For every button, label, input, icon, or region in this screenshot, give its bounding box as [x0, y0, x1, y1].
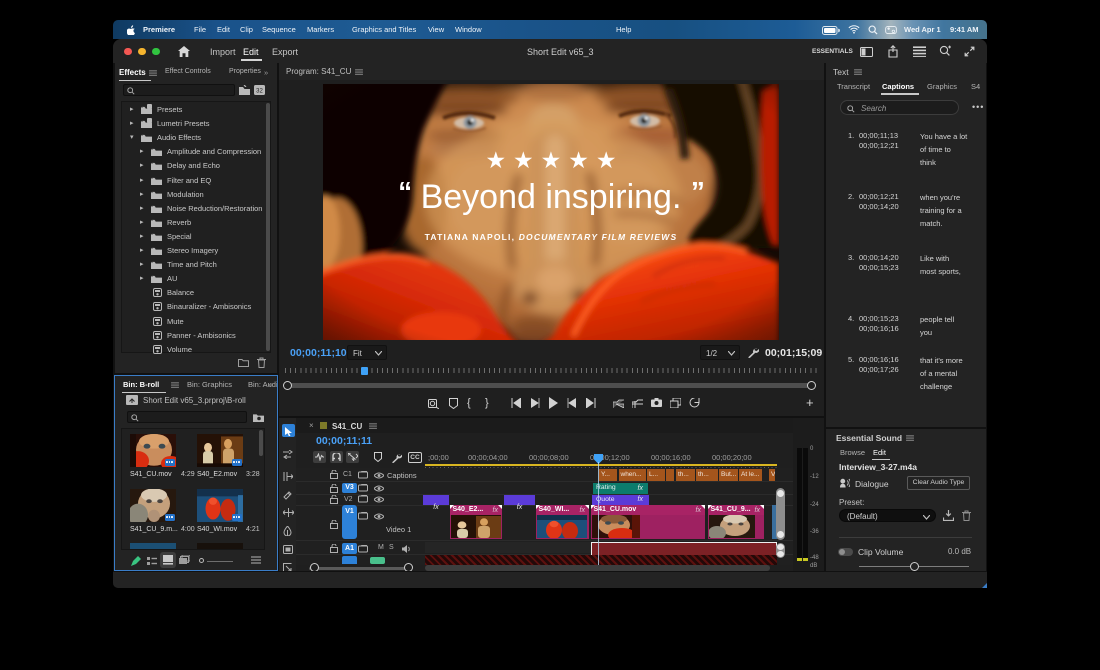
- svg-text:32: 32: [256, 89, 263, 95]
